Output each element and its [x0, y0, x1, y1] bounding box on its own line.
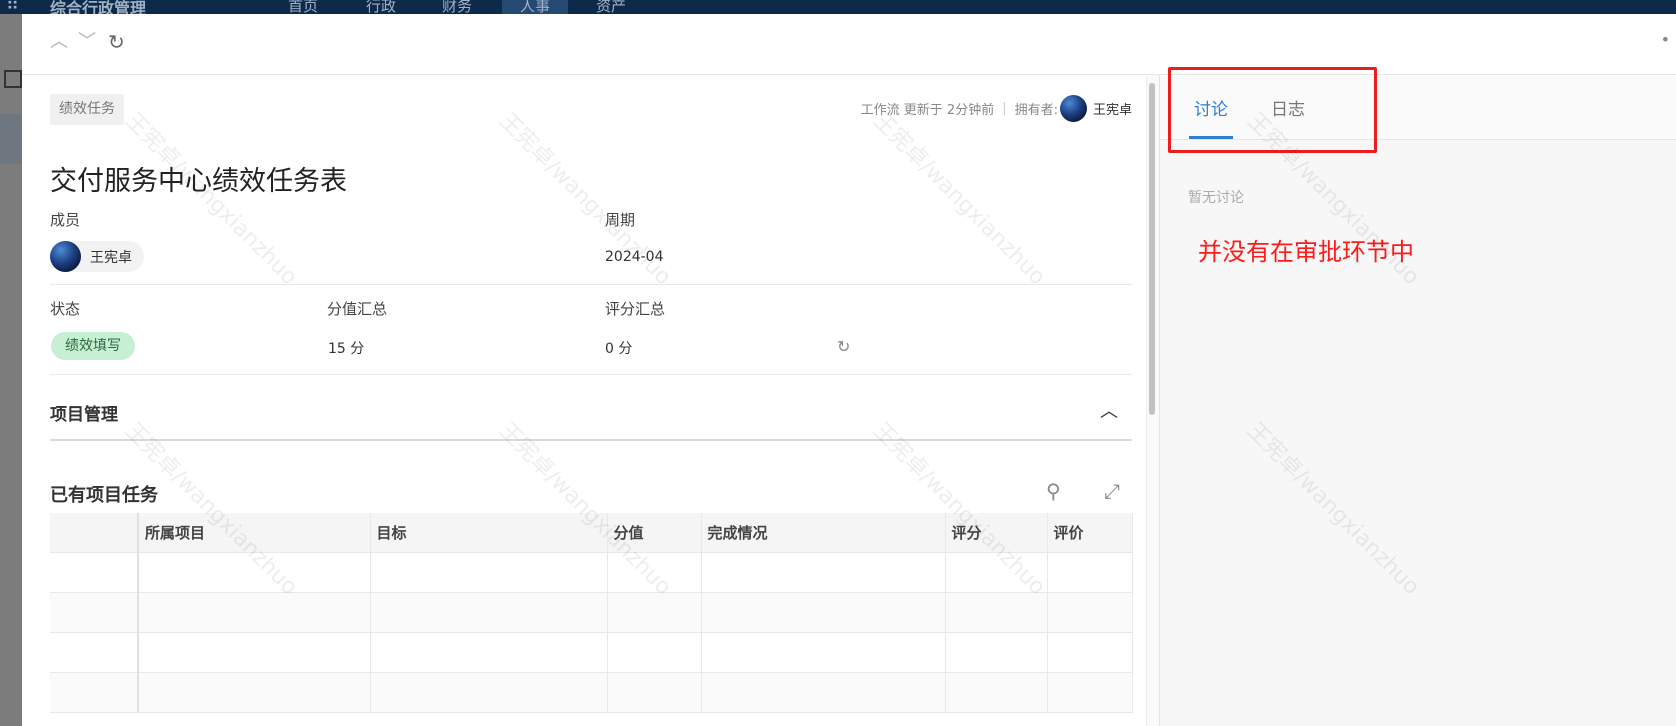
- period-value[interactable]: 2024-04: [605, 249, 664, 265]
- rating-total-label: 评分汇总: [605, 300, 666, 318]
- column-header-select: [50, 513, 139, 553]
- table-row[interactable]: [50, 592, 1133, 633]
- refresh-icon[interactable]: ↻: [837, 337, 850, 356]
- app-top-bar: ⠿ 综合行政管理 首页 行政 财务 人事 资产: [0, 0, 1676, 14]
- section-divider: [50, 439, 1132, 441]
- period-label: 周期: [605, 211, 636, 229]
- table-row[interactable]: [50, 672, 1133, 713]
- column-header-rating[interactable]: 评分: [945, 513, 1048, 553]
- red-annotation-text: 并没有在审批环节中: [1198, 238, 1414, 266]
- owner-name[interactable]: 王宪卓: [1093, 99, 1132, 118]
- column-header-review[interactable]: 评价: [1047, 513, 1133, 553]
- scrollbar-thumb[interactable]: [1149, 83, 1155, 415]
- background-sidebar: [0, 14, 22, 726]
- chevron-down-icon[interactable]: ﹀: [78, 32, 96, 52]
- chevron-up-icon[interactable]: ︿: [50, 32, 68, 52]
- search-icon[interactable]: ⚲: [1046, 479, 1061, 503]
- nav-home[interactable]: 首页: [288, 0, 318, 14]
- status-badge[interactable]: 绩效填写: [51, 332, 135, 360]
- highlight-annotation-box: [1168, 67, 1377, 153]
- apps-grid-icon[interactable]: ⠿: [6, 0, 20, 14]
- member-avatar: [50, 241, 81, 272]
- collapse-chevron-icon[interactable]: ︿: [1100, 397, 1118, 423]
- score-total-label: 分值汇总: [327, 300, 388, 318]
- side-panel: 讨论 日志 暂无讨论 并没有在审批环节中: [1159, 67, 1676, 726]
- chart-icon: [4, 70, 22, 88]
- record-meta: 工作流 更新于 2分钟前 | 拥有者: 王宪卓: [860, 94, 1132, 122]
- modal-header: ︿ ﹀ ↻ •: [22, 14, 1676, 75]
- member-name: 王宪卓: [90, 249, 132, 266]
- expand-icon[interactable]: ⤢: [1104, 479, 1120, 503]
- page-title: 交付服务中心绩效任务表: [50, 166, 347, 198]
- column-header-project[interactable]: 所属项目: [138, 513, 371, 553]
- nav-hr[interactable]: 人事: [502, 0, 569, 14]
- nav-finance[interactable]: 财务: [442, 0, 472, 14]
- row-divider: [50, 284, 1132, 285]
- column-header-completion[interactable]: 完成情况: [701, 513, 946, 553]
- row-divider: [50, 374, 1132, 375]
- table-row[interactable]: [50, 552, 1133, 593]
- score-total-value: 15 分: [328, 341, 365, 357]
- column-header-goal[interactable]: 目标: [370, 513, 608, 553]
- app-title: 综合行政管理: [50, 0, 147, 14]
- status-label: 状态: [50, 300, 81, 318]
- empty-discussion-text: 暂无讨论: [1188, 190, 1244, 206]
- record-modal: ︿ ﹀ ↻ • 绩效任务 工作流 更新于 2分钟前 | 拥有者: 王宪卓 交付服…: [22, 14, 1676, 726]
- refresh-icon[interactable]: ↻: [108, 32, 125, 52]
- record-type-tag: 绩效任务: [50, 94, 124, 125]
- nav-assets[interactable]: 资产: [596, 0, 626, 14]
- member-label: 成员: [50, 211, 81, 229]
- workflow-updated-text: 工作流 更新于 2分钟前: [860, 102, 995, 118]
- nav-admin[interactable]: 行政: [366, 0, 396, 14]
- owner-label: 拥有者:: [1014, 102, 1058, 118]
- record-detail: 绩效任务 工作流 更新于 2分钟前 | 拥有者: 王宪卓 交付服务中心绩效任务表…: [22, 75, 1146, 726]
- table-header-row: 所属项目 目标 分值 完成情况 评分 评价: [50, 513, 1133, 553]
- project-task-table: 所属项目 目标 分值 完成情况 评分 评价: [50, 513, 1133, 713]
- section-title: 项目管理: [50, 405, 118, 425]
- more-icon[interactable]: •: [1661, 30, 1670, 49]
- column-header-score[interactable]: 分值: [607, 513, 702, 553]
- table-row[interactable]: [50, 632, 1133, 673]
- rating-total-value: 0 分: [605, 341, 633, 357]
- member-chip[interactable]: 王宪卓: [50, 241, 144, 272]
- subsection-title: 已有项目任务: [50, 485, 158, 506]
- owner-avatar[interactable]: [1059, 94, 1087, 122]
- meta-separator: |: [1002, 100, 1007, 116]
